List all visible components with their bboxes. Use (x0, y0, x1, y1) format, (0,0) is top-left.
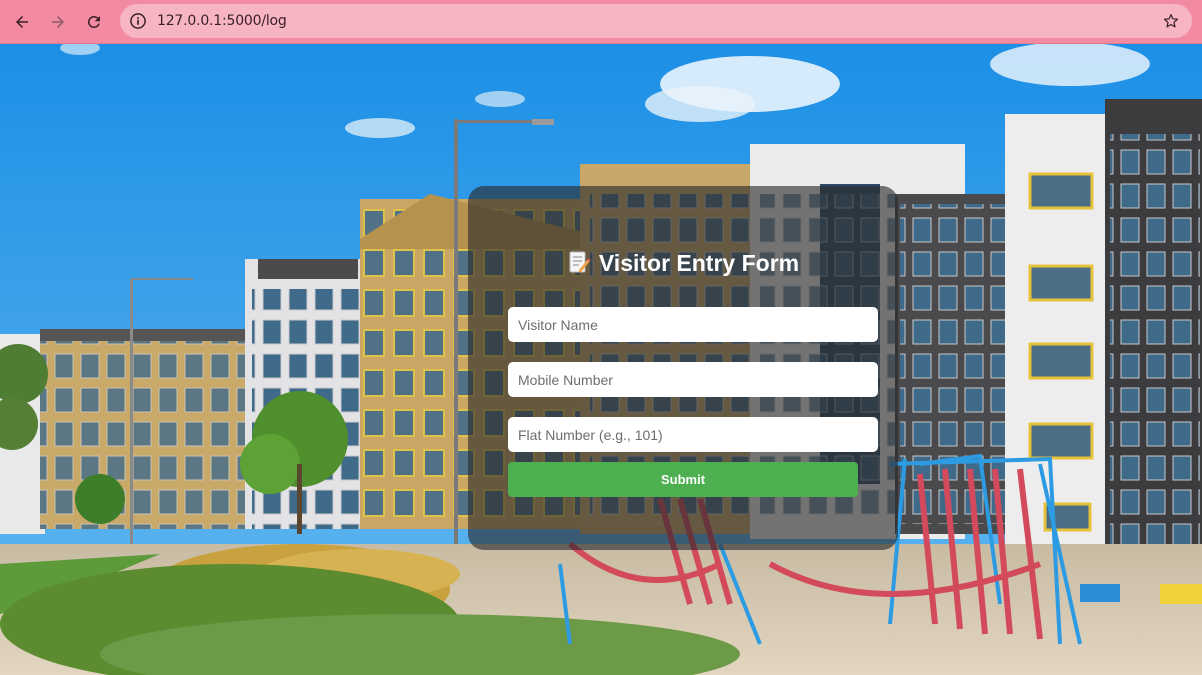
site-info-icon[interactable] (128, 11, 148, 31)
bookmark-star-icon[interactable] (1162, 12, 1180, 30)
reload-button[interactable] (80, 8, 108, 36)
visitor-entry-form: Visitor Entry Form Submit (468, 186, 898, 550)
browser-toolbar: 127.0.0.1:5000/log (0, 0, 1202, 44)
forward-button[interactable] (44, 8, 72, 36)
submit-button[interactable]: Submit (508, 462, 858, 497)
forward-arrow-icon (52, 16, 64, 28)
back-button[interactable] (8, 8, 36, 36)
reload-icon (87, 15, 100, 28)
mobile-number-input[interactable] (508, 362, 878, 397)
back-arrow-icon (16, 16, 28, 28)
form-title: Visitor Entry Form (468, 250, 898, 280)
address-bar[interactable]: 127.0.0.1:5000/log (120, 4, 1192, 38)
flat-number-input[interactable] (508, 417, 878, 452)
form-title-text: Visitor Entry Form (598, 250, 800, 276)
url-text[interactable]: 127.0.0.1:5000/log (157, 13, 287, 29)
memo-icon (567, 250, 591, 280)
visitor-name-input[interactable] (508, 307, 878, 342)
